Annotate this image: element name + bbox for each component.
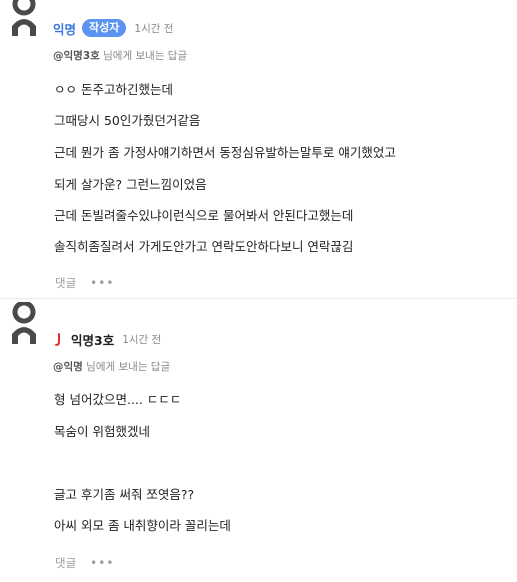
comment-line: 근데 뭔가 좀 가정사얘기하면서 동정심유발하는말투로 얘기했었고 xyxy=(54,145,396,160)
reply-button[interactable]: 댓글 xyxy=(55,555,76,571)
comment-line: 형 넘어갔으면.... ㄷㄷㄷ xyxy=(54,392,182,407)
user-avatar-icon xyxy=(12,302,36,344)
comment-line: 그때당시 50인가줬던거같음 xyxy=(54,113,201,128)
comment-header: 익명3호 1시간 전 xyxy=(53,328,161,350)
comment-line: 솔직히좀질려서 가게도안가고 연락도안하다보니 연락끊김 xyxy=(54,239,354,254)
reply-target-user[interactable]: @익명 xyxy=(53,361,83,373)
avatar xyxy=(9,0,39,36)
reply-mark-icon xyxy=(53,332,63,346)
reply-target: @익명3호 님에게 보내는 답글 xyxy=(53,48,187,63)
timestamp: 1시간 전 xyxy=(134,22,174,35)
author-badge: 작성자 xyxy=(82,19,127,37)
comment-divider xyxy=(0,298,517,299)
more-options-icon[interactable]: ••• xyxy=(90,556,114,570)
comment-item: 익명3호 1시간 전 @익명 님에게 보내는 답글 형 넘어갔으면.... ㄷㄷ… xyxy=(0,300,517,582)
user-avatar-icon xyxy=(12,0,36,36)
comment-line: 되게 살가운? 그런느낌이었음 xyxy=(54,177,207,192)
comment-line: 글고 후기좀 써줘 쪼엿음?? xyxy=(54,487,195,502)
comment-header: 익명 작성자 1시간 전 xyxy=(53,17,173,39)
reply-target: @익명 님에게 보내는 답글 xyxy=(53,359,170,374)
reply-target-suffix: 님에게 보내는 답글 xyxy=(82,361,171,373)
comment-line: 아씨 외모 좀 내취향이라 꼴리는데 xyxy=(54,518,231,533)
comment-line: 근데 돈빌려줄수있냐이런식으로 물어봐서 안된다고했는데 xyxy=(54,208,354,223)
author-name[interactable]: 익명3호 xyxy=(71,330,114,349)
comment-line: 목숨이 위험했겠네 xyxy=(54,424,150,439)
reply-button[interactable]: 댓글 xyxy=(55,275,76,291)
comment-line: ㅇㅇ 돈주고하긴했는데 xyxy=(54,82,173,97)
comment-item: 익명 작성자 1시간 전 @익명3호 님에게 보내는 답글 ㅇㅇ 돈주고하긴했는… xyxy=(0,0,517,300)
avatar xyxy=(9,302,39,344)
timestamp: 1시간 전 xyxy=(122,333,162,346)
more-options-icon[interactable]: ••• xyxy=(90,276,114,290)
reply-target-user[interactable]: @익명3호 xyxy=(53,50,100,62)
comment-actions: 댓글 ••• xyxy=(55,275,114,291)
comment-actions: 댓글 ••• xyxy=(55,555,114,571)
author-name[interactable]: 익명 xyxy=(53,19,76,38)
reply-target-suffix: 님에게 보내는 답글 xyxy=(99,50,188,62)
